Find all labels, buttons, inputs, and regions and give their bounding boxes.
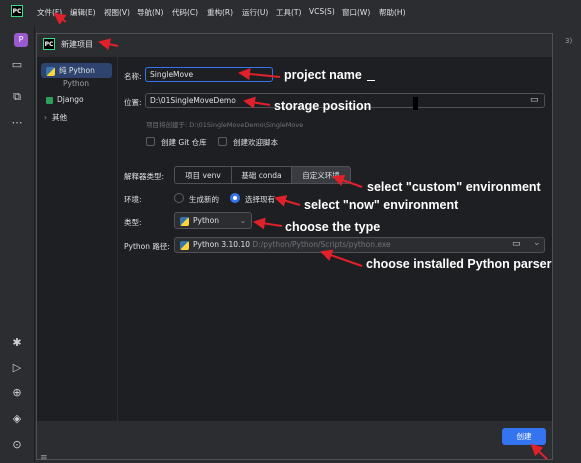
services-icon[interactable]: ⊙ — [10, 438, 24, 452]
python-console-icon[interactable]: ⊕ — [10, 386, 24, 400]
project-name-input[interactable]: SingleMove — [145, 67, 273, 82]
select-existing-label: 选择现有 — [245, 195, 275, 204]
annotation-project-name: project name — [284, 68, 362, 82]
create-button[interactable]: 创建 — [502, 428, 546, 445]
python-path-value: D:/python/Python/Scripts/python.exe — [252, 240, 391, 249]
menu-window[interactable]: 窗口(W) — [342, 7, 370, 18]
interpreter-type-label: 解释器类型: — [124, 172, 165, 181]
menu-navigate[interactable]: 导航(N) — [137, 7, 163, 18]
sidebar-item-label: Django — [57, 95, 84, 104]
location-value: D:\01SingleMoveDemo — [150, 96, 236, 105]
chevron-down-icon[interactable]: ⌄ — [533, 238, 541, 248]
menu-edit[interactable]: 编辑(E) — [70, 7, 96, 18]
annotation-choose-type: choose the type — [285, 220, 381, 234]
layers-icon[interactable]: ◈ — [10, 412, 24, 426]
dialog-title: 新建项目 — [61, 40, 93, 49]
select-existing-radio[interactable] — [230, 193, 240, 203]
annotation-custom-env: select "custom" environment — [367, 180, 541, 194]
python-path-dropdown[interactable]: Python 3.10.10 D:/python/Python/Scripts/… — [174, 237, 545, 253]
menu-view[interactable]: 视图(V) — [104, 7, 130, 18]
tab-custom-environment[interactable]: 自定义环境 — [291, 166, 351, 184]
debug-icon[interactable]: ✱ — [10, 336, 24, 350]
folder-browse-icon[interactable]: ▭ — [512, 239, 521, 249]
welcome-script-checkbox[interactable] — [218, 137, 227, 146]
sidebar-group-python: Python — [63, 79, 89, 88]
git-repo-checkbox[interactable] — [146, 137, 155, 146]
python-path-label: Python 路径: — [124, 242, 170, 251]
dialog-footer — [37, 421, 552, 459]
run-icon[interactable]: ▷ — [10, 361, 24, 375]
python-version: Python 3.10.10 — [193, 240, 251, 249]
type-value: Python — [193, 216, 219, 225]
menu-bar: PC 文件(F) 编辑(E) 视图(V) 导航(N) 代码(C) 重构(R) 运… — [0, 0, 581, 26]
annotation-underline — [367, 80, 375, 81]
welcome-script-label: 创建欢迎脚本 — [233, 138, 278, 147]
location-hint: 项目将创建于: D:\01SingleMoveDemo\SingleMove — [146, 121, 304, 129]
annotation-redaction-mark — [413, 97, 418, 110]
background-tab-fragment: 3) — [565, 37, 573, 45]
sidebar-item-pure-python[interactable]: 纯 Python — [41, 63, 112, 78]
menu-vcs[interactable]: VCS(S) — [309, 7, 335, 16]
menu-refactor[interactable]: 重构(R) — [207, 7, 233, 18]
dialog-app-icon: PC — [43, 38, 55, 50]
menu-code[interactable]: 代码(C) — [172, 7, 198, 18]
python-icon — [180, 216, 189, 226]
generate-new-radio[interactable] — [174, 193, 184, 203]
menu-run[interactable]: 运行(U) — [242, 7, 268, 18]
project-badge[interactable]: P — [14, 33, 28, 47]
annotation-storage-position: storage position — [274, 99, 372, 113]
chevron-down-icon: ⌄ — [239, 216, 246, 225]
menu-help[interactable]: 帮助(H) — [379, 7, 406, 18]
folder-browse-icon[interactable]: ▭ — [530, 95, 539, 105]
menu-tools[interactable]: 工具(T) — [276, 7, 301, 18]
python-icon — [46, 66, 55, 76]
location-label: 位置: — [124, 98, 142, 107]
git-repo-label: 创建 Git 仓库 — [161, 138, 207, 147]
more-icon[interactable]: ⋯ — [10, 116, 24, 130]
django-icon — [46, 96, 53, 104]
sidebar-item-label: 其他 — [52, 113, 67, 122]
type-dropdown[interactable]: Python ⌄ — [174, 212, 252, 229]
menu-file[interactable]: 文件(F) — [37, 7, 62, 18]
python-icon — [180, 240, 189, 250]
type-label: 类型: — [124, 218, 142, 227]
annotation-choose-parser: choose installed Python parser — [366, 257, 552, 271]
name-label: 名称: — [124, 72, 142, 81]
folder-icon[interactable]: ▭ — [10, 58, 24, 72]
sidebar-item-other[interactable]: › 其他 — [41, 110, 112, 125]
sidebar-item-label: 纯 Python — [59, 66, 95, 75]
app-logo: PC — [11, 5, 23, 17]
tab-base-conda[interactable]: 基础 conda — [231, 166, 292, 184]
generate-new-label: 生成新的 — [189, 195, 219, 204]
sidebar-item-django[interactable]: Django — [41, 92, 112, 107]
annotation-now-env: select "now" environment — [304, 198, 459, 212]
structure-icon[interactable]: ⧉ — [10, 90, 24, 104]
environment-label: 环境: — [124, 195, 142, 204]
tab-project-venv[interactable]: 项目 venv — [174, 166, 232, 184]
chevron-right-icon: › — [44, 113, 47, 122]
